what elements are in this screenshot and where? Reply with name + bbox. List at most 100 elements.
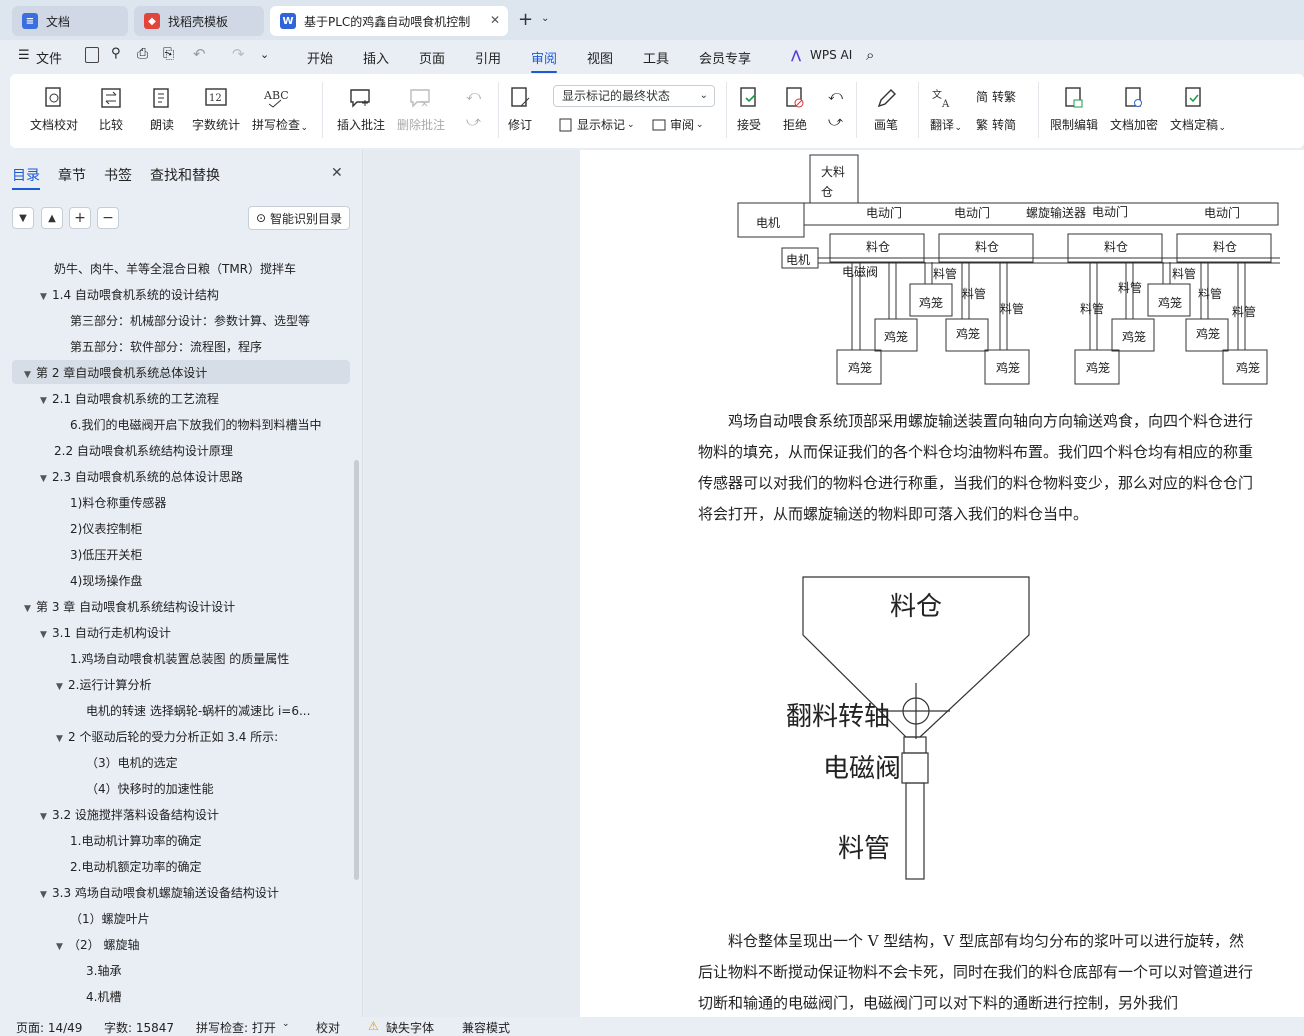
tab-template[interactable]: ◆ 找稻壳模板 [134, 6, 264, 36]
delete-comment-button[interactable]: 删除批注 [397, 86, 445, 133]
toc-item[interactable]: ▼ 3.1 自动行走机构设计 [40, 622, 171, 644]
to-traditional-button[interactable]: 简转繁 [976, 88, 1016, 105]
word-count-button[interactable]: 12 字数统计 [192, 86, 240, 133]
toc-item[interactable]: （1）螺旋叶片 [70, 908, 150, 930]
expand-arrow-icon[interactable]: ▼ [40, 390, 52, 412]
toc-item[interactable]: 4.机槽 [86, 986, 121, 1008]
expand-arrow-icon[interactable]: ▼ [56, 676, 68, 698]
scrollbar[interactable] [354, 460, 359, 880]
toc-item[interactable]: 2)仪表控制柜 [70, 518, 142, 540]
toc-item[interactable]: 4)现场操作盘 [70, 570, 142, 592]
smart-toc-button[interactable]: ⊙ 智能识别目录 [248, 206, 350, 230]
save-icon[interactable] [85, 47, 99, 63]
toc-item[interactable]: 第五部分：软件部分：流程图，程序 [70, 336, 262, 358]
reject-button[interactable]: 拒绝 [783, 86, 807, 133]
toc-item[interactable]: ▼ 第 2 章自动喂食机系统总体设计 [24, 362, 207, 384]
word-count[interactable]: 字数: 15847 [104, 1019, 174, 1036]
spell-check-status[interactable]: 拼写检查: 打开 [196, 1019, 276, 1036]
toc-item[interactable]: 1)料仓称重传感器 [70, 492, 166, 514]
menu-insert[interactable]: 插入 [363, 48, 389, 67]
menu-tools[interactable]: 工具 [643, 48, 669, 67]
expand-arrow-icon[interactable]: ▼ [56, 728, 68, 750]
hamburger-icon[interactable]: ☰ [18, 48, 30, 63]
more-icon[interactable]: ⌄ [260, 48, 269, 61]
toc-item[interactable]: 1.电动机计算功率的确定 [70, 830, 201, 852]
tab-toc[interactable]: 目录 [12, 165, 40, 190]
close-icon[interactable]: ✕ [490, 13, 500, 27]
redo-icon[interactable]: ↷ [232, 45, 245, 63]
chevron-down-icon[interactable]: ⌄ [541, 13, 549, 24]
toc-item[interactable]: 奶牛、肉牛、羊等全混合日粮（TMR）搅拌车 [54, 258, 296, 280]
expand-arrow-icon[interactable]: ▼ [24, 364, 36, 386]
tab-chapters[interactable]: 章节 [58, 165, 86, 185]
menu-page[interactable]: 页面 [419, 48, 445, 67]
translate-button[interactable]: 文A 翻译 ⌄ [930, 86, 962, 133]
toc-item[interactable]: ▼ 2.3 自动喂食机系统的总体设计思路 [40, 466, 243, 488]
toc-item[interactable]: ▼ 2 个驱动后轮的受力分析正如 3.4 所示: [56, 726, 278, 748]
menu-view[interactable]: 视图 [587, 48, 613, 67]
expand-arrow-icon[interactable]: ▼ [40, 286, 52, 308]
toc-item[interactable]: （3）电机的选定 [86, 752, 178, 774]
search-icon[interactable]: ⌕ [866, 46, 874, 64]
toc-item[interactable]: 3)低压开关柜 [70, 544, 142, 566]
menu-review[interactable]: 审阅 [531, 48, 558, 73]
read-aloud-button[interactable]: 朗读 [150, 86, 174, 133]
proof-status[interactable]: 校对 [316, 1019, 340, 1036]
menu-file[interactable]: 文件 [36, 48, 62, 67]
tab-find-replace[interactable]: 查找和替换 [150, 165, 220, 185]
previous-comment-icon[interactable]: ⤺ [466, 88, 481, 104]
tab-document[interactable]: W 基于PLC的鸡鑫自动喂食机控制 ✕ [270, 6, 508, 36]
remove-heading-button[interactable]: − [97, 207, 119, 229]
toc-item[interactable]: ▼ 3.2 设施搅拌落料设备结构设计 [40, 804, 219, 826]
print-icon[interactable]: ⎙ [137, 46, 148, 62]
accept-button[interactable]: 接受 [737, 86, 761, 133]
encrypt-button[interactable]: 文档加密 [1110, 86, 1158, 133]
track-changes-button[interactable]: 修订 [508, 86, 532, 133]
toc-item[interactable]: 2.电动机额定功率的确定 [70, 856, 201, 878]
toc-item[interactable]: ▼ 第 3 章 自动喂食机系统结构设计设计 [24, 596, 235, 618]
expand-arrow-icon[interactable]: ▼ [40, 884, 52, 906]
restrict-edit-button[interactable]: 限制编辑 [1050, 86, 1098, 133]
next-change-icon[interactable]: ⤻ [828, 114, 843, 130]
expand-arrow-icon[interactable]: ▼ [40, 624, 52, 646]
expand-arrow-icon[interactable]: ▼ [40, 806, 52, 828]
expand-button[interactable]: ▲ [41, 207, 63, 229]
spell-check-button[interactable]: ABC 拼写检查 ⌄ [252, 86, 308, 133]
close-icon[interactable]: ✕ [331, 165, 343, 181]
finalize-button[interactable]: 文档定稿 ⌄ [1170, 86, 1226, 133]
toc-item[interactable]: 电机的转速 选择蜗轮-蜗杆的减速比 i=6... [86, 700, 310, 722]
menu-vip[interactable]: 会员专享 [699, 48, 751, 67]
toc-item[interactable]: （4）快移时的加速性能 [86, 778, 214, 800]
expand-arrow-icon[interactable]: ▼ [56, 936, 68, 958]
print-preview-icon[interactable]: ⎘ [163, 46, 174, 62]
toc-item[interactable]: 第三部分：机械部分设计：参数计算、选型等 [70, 310, 310, 332]
menu-home[interactable]: 开始 [307, 48, 333, 67]
menu-wps-ai[interactable]: WPS AI [810, 48, 852, 62]
add-heading-button[interactable]: + [69, 207, 91, 229]
toc-item[interactable]: ▼ 3.3 鸡场自动喂食机螺旋输送设备结构设计 [40, 882, 279, 904]
toc-item[interactable]: ▼ 2.运行计算分析 [56, 674, 151, 696]
page-indicator[interactable]: 页面: 14/49 [16, 1019, 82, 1036]
collapse-button[interactable]: ▼ [12, 207, 34, 229]
export-icon[interactable]: ⚲ [111, 46, 121, 61]
to-simplified-button[interactable]: 繁转简 [976, 116, 1016, 133]
toc-item[interactable]: ▼ 2.1 自动喂食机系统的工艺流程 [40, 388, 219, 410]
new-tab-icon[interactable]: + [518, 9, 533, 30]
show-markup-button[interactable]: 显示标记 ⌄ [559, 116, 635, 133]
pen-button[interactable]: 画笔 [874, 86, 898, 133]
expand-arrow-icon[interactable]: ▼ [40, 468, 52, 490]
undo-icon[interactable]: ↶ [193, 45, 206, 63]
toc-item[interactable]: 1.鸡场自动喂食机装置总装图 的质量属性 [70, 648, 289, 670]
toc-item[interactable]: 2.2 自动喂食机系统结构设计原理 [54, 440, 233, 462]
toc-item[interactable]: 6.我们的电磁阀开启下放我们的物料到料槽当中 [70, 414, 321, 436]
missing-font-status[interactable]: 缺失字体 [386, 1019, 434, 1036]
previous-change-icon[interactable]: ⤺ [828, 88, 843, 104]
toc-item[interactable]: ▼ 1.4 自动喂食机系统的设计结构 [40, 284, 219, 306]
review-pane-button[interactable]: 审阅 ⌄ [652, 116, 704, 133]
tab-bookmarks[interactable]: 书签 [104, 165, 132, 185]
compare-button[interactable]: 比较 [99, 86, 123, 133]
insert-comment-button[interactable]: 插入批注 [337, 86, 385, 133]
markup-state-select[interactable]: 显示标记的最终状态 ⌄ [553, 85, 715, 107]
next-comment-icon[interactable]: ⤻ [466, 114, 481, 130]
proof-button[interactable]: 文档校对 [30, 86, 78, 133]
